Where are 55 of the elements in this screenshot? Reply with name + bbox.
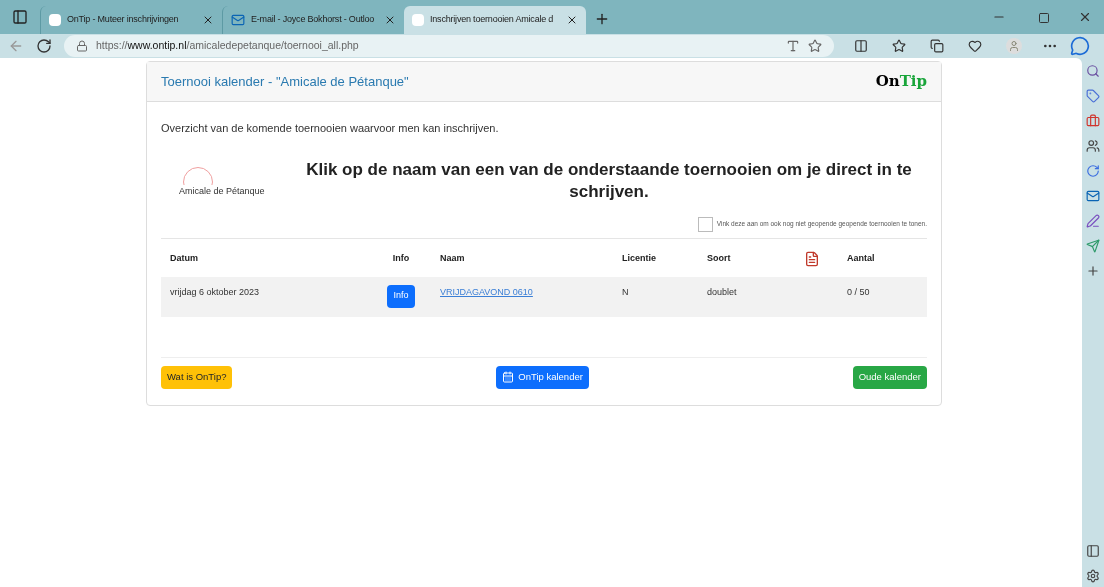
tab-actions-icon[interactable]	[12, 9, 28, 25]
tournament-link[interactable]: VRIJDAGAVOND 0610	[431, 285, 613, 299]
favorites-icon[interactable]	[892, 39, 906, 53]
action-button[interactable]: Wat is OnTip?	[161, 365, 233, 389]
info-button[interactable]: Info	[387, 284, 415, 308]
search-icon[interactable]	[1086, 64, 1100, 78]
column-header: Licentie	[621, 251, 656, 265]
action-button[interactable]: OnTip kalender	[496, 365, 589, 389]
add-icon[interactable]	[1086, 264, 1100, 278]
column-header: Naam	[439, 251, 465, 265]
mail-icon	[231, 13, 245, 27]
collections-icon[interactable]	[930, 39, 944, 53]
column-header: Info	[392, 251, 410, 265]
restore-icon[interactable]	[1038, 12, 1050, 24]
split-screen-icon[interactable]	[854, 39, 868, 53]
ontip-logo: OnTip	[875, 71, 927, 93]
lock-icon	[76, 40, 88, 52]
close-icon[interactable]	[1078, 10, 1092, 24]
instruction-heading: Klik op de naam van een van de onderstaande toernooien om je direct in te schrijven.	[305, 158, 913, 203]
calendar-icon	[502, 371, 515, 383]
settings-icon[interactable]	[1086, 569, 1100, 583]
reload-icon[interactable]	[36, 38, 52, 54]
sidebar-toggle-icon[interactable]	[1086, 544, 1100, 558]
column-header: Soort	[706, 251, 731, 265]
page-favicon-icon	[412, 14, 424, 26]
pen-icon[interactable]	[1086, 214, 1100, 228]
chat-icon[interactable]	[1070, 36, 1090, 56]
briefcase-icon[interactable]	[1086, 114, 1100, 128]
browser-tab[interactable]: OnTip - Muteer inschrijvingen	[40, 6, 222, 34]
column-header: Datum	[169, 251, 198, 265]
favorite-icon[interactable]	[808, 39, 822, 53]
checkbox[interactable]	[697, 216, 713, 232]
people-icon[interactable]	[1086, 139, 1100, 153]
intro-text: Overzicht van de komende toernooien waarvoor men kan inschrijven.	[161, 121, 500, 136]
table-cell-text: vrijdag 6 oktober 2023	[169, 285, 261, 299]
column-header: Aantal	[846, 251, 875, 265]
tag-icon[interactable]	[1086, 89, 1100, 103]
close-icon[interactable]	[384, 14, 396, 26]
new-tab-icon[interactable]	[594, 11, 610, 27]
table-cell-text: N	[621, 285, 630, 299]
address-bar[interactable]: https://www.ontip.nl/amicaledepetanque/toernooi_all.php	[64, 35, 834, 57]
pdf-icon[interactable]	[804, 250, 820, 267]
browser-tab[interactable]: Inschrijven toernooien Amicale d	[404, 6, 586, 34]
card-title: Toernooi kalender - "Amicale de Pétanque"	[161, 72, 409, 91]
tab-title: E-mail - Joyce Bokhorst - Outloo	[251, 13, 376, 27]
club-logo: Amicale de Pétanque	[161, 166, 291, 207]
paper-plane-icon[interactable]	[1086, 239, 1100, 253]
close-icon[interactable]	[566, 14, 578, 26]
tab-title: Inschrijven toernooien Amicale d	[430, 13, 555, 27]
table-cell-text: doublet	[706, 285, 738, 299]
close-icon[interactable]	[202, 14, 214, 26]
table-cell-text: 0 / 50	[846, 285, 871, 299]
page-favicon-icon	[49, 14, 61, 26]
mail-icon[interactable]	[1086, 189, 1100, 203]
tab-title: OnTip - Muteer inschrijvingen	[67, 13, 180, 27]
